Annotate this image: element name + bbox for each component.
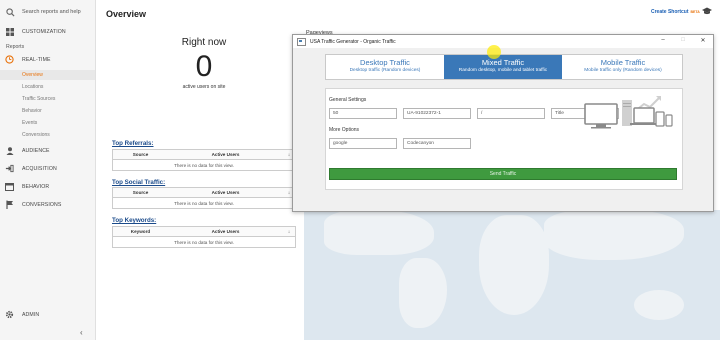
minimize-button[interactable]: – (659, 37, 667, 44)
devices-illustration-icon (584, 96, 673, 129)
table-header: Keyword Active Users ↓ (113, 227, 295, 237)
tab-subtitle: Mobile traffic only (Random devices) (584, 68, 662, 73)
nav-customization-label: CUSTOMIZATION (22, 28, 66, 35)
mouse-cursor-highlight (487, 45, 501, 59)
collapse-sidebar-button[interactable]: ‹ (80, 328, 83, 337)
column-active-users[interactable]: Active Users (168, 229, 283, 234)
flag-icon (5, 200, 14, 209)
gear-icon (5, 310, 14, 319)
top-referrals-table: Source Active Users ↓ There is no data f… (112, 149, 296, 171)
tab-desktop-traffic[interactable]: Desktop Traffic Desktop traffic (Random … (326, 55, 444, 79)
tab-title: Mixed Traffic (481, 58, 525, 67)
map-land-north-america (324, 210, 434, 255)
sidebar-item-traffic-sources[interactable]: Traffic Sources (22, 96, 55, 102)
column-source[interactable]: Source (113, 190, 168, 195)
column-active-users[interactable]: Active Users (168, 152, 283, 157)
page-path-field[interactable]: / (477, 108, 545, 119)
send-traffic-button[interactable]: Send Traffic (329, 168, 677, 180)
create-shortcut-label: Create Shortcut (651, 9, 689, 15)
reports-section-label: Reports (6, 44, 25, 50)
tracking-id-field[interactable]: UA-91022372-1 (403, 108, 471, 119)
settings-panel: General Settings 50 UA-91022372-1 / Titl… (325, 88, 683, 190)
nav-realtime-label: REAL-TIME (22, 56, 51, 63)
nav-admin[interactable]: ADMIN (5, 310, 39, 319)
create-shortcut-link[interactable]: Create Shortcut BETA (651, 9, 700, 15)
active-item-highlight (0, 70, 95, 80)
tab-subtitle: Desktop traffic (Random devices) (349, 68, 421, 73)
active-users-label: active users on site (182, 84, 226, 90)
maximize-button[interactable]: □ (679, 37, 687, 44)
tab-mobile-traffic[interactable]: Mobile Traffic Mobile traffic only (Rand… (564, 55, 682, 79)
browser-window-icon (5, 182, 14, 191)
sidebar-item-overview[interactable]: Overview (22, 72, 43, 78)
search-icon (5, 7, 15, 17)
nav-acquisition[interactable]: ACQUISITION (5, 164, 57, 173)
nav-realtime[interactable]: REAL-TIME (5, 55, 51, 64)
general-settings-label: General Settings (329, 97, 367, 103)
tab-subtitle: Random desktop, mobile and tablet traffi… (458, 68, 548, 73)
nav-acquisition-label: ACQUISITION (22, 165, 57, 172)
nav-audience[interactable]: AUDIENCE (5, 146, 50, 155)
empty-message: There is no data for this view. (174, 200, 234, 206)
table-header: Source Active Users ↓ (113, 188, 295, 198)
top-keywords-table: Keyword Active Users ↓ There is no data … (112, 226, 296, 248)
sidebar: Search reports and help CUSTOMIZATION Re… (0, 0, 96, 340)
close-button[interactable]: ✕ (699, 37, 707, 44)
table-header: Source Active Users ↓ (113, 150, 295, 160)
top-keywords-title[interactable]: Top Keywords: (112, 217, 156, 224)
map-land-asia (544, 210, 684, 260)
nav-admin-label: ADMIN (22, 311, 40, 318)
nav-conversions-label: CONVERSIONS (22, 201, 62, 208)
sidebar-item-conversions[interactable]: Conversions (22, 132, 50, 138)
sidebar-item-events[interactable]: Events (22, 120, 37, 126)
graduation-cap-icon[interactable] (702, 7, 712, 15)
sidebar-item-locations[interactable]: Locations (22, 84, 43, 90)
window-title: USA Traffic Generator - Organic Traffic (310, 38, 396, 45)
empty-message: There is no data for this view. (174, 239, 234, 245)
clock-icon (5, 55, 14, 64)
search-engine-field[interactable]: google (329, 138, 397, 149)
nav-customization[interactable]: CUSTOMIZATION (5, 27, 66, 36)
world-map[interactable] (304, 210, 720, 340)
map-land-australia (634, 290, 684, 320)
nav-behavior[interactable]: BEHAVIOR (5, 182, 49, 191)
more-options-label: More Options (329, 127, 360, 133)
search-placeholder: Search reports and help (22, 9, 81, 15)
top-social-table: Source Active Users ↓ There is no data f… (112, 187, 296, 209)
column-active-users[interactable]: Active Users (168, 190, 283, 195)
active-users-count: 0 (195, 50, 213, 83)
app-window-icon (297, 37, 306, 46)
visits-count-field[interactable]: 50 (329, 108, 397, 119)
tab-mixed-traffic[interactable]: Mixed Traffic Random desktop, mobile and… (444, 55, 562, 79)
top-social-traffic-title[interactable]: Top Social Traffic: (112, 179, 165, 186)
person-icon (5, 146, 14, 155)
sort-down-icon[interactable]: ↓ (283, 229, 295, 234)
beta-badge: BETA (690, 10, 700, 14)
referrer-field[interactable]: Codecanyon (403, 138, 471, 149)
nav-audience-label: AUDIENCE (22, 147, 50, 154)
page-title: Overview (106, 9, 147, 19)
tab-title: Desktop Traffic (360, 58, 410, 67)
empty-message: There is no data for this view. (174, 162, 234, 168)
nav-behavior-label: BEHAVIOR (22, 183, 50, 190)
acquisition-icon (5, 164, 14, 173)
nav-conversions[interactable]: CONVERSIONS (5, 200, 61, 209)
top-referrals-title[interactable]: Top Referrals: (112, 140, 154, 147)
map-land-south-america (399, 258, 447, 328)
sidebar-item-behavior[interactable]: Behavior (22, 108, 42, 114)
window-titlebar[interactable]: USA Traffic Generator - Organic Traffic … (293, 35, 713, 48)
traffic-generator-window: USA Traffic Generator - Organic Traffic … (292, 34, 714, 212)
window-controls: – □ ✕ (659, 37, 707, 44)
column-keyword[interactable]: Keyword (113, 229, 168, 234)
search-box[interactable]: Search reports and help (5, 6, 81, 18)
dashboard-grid-icon (5, 27, 14, 36)
right-now-label: Right now (181, 37, 227, 48)
column-source[interactable]: Source (113, 152, 168, 157)
traffic-type-tabs: Desktop Traffic Desktop traffic (Random … (325, 54, 683, 80)
tab-title: Mobile Traffic (600, 58, 646, 67)
map-land-europe-africa (479, 215, 549, 315)
